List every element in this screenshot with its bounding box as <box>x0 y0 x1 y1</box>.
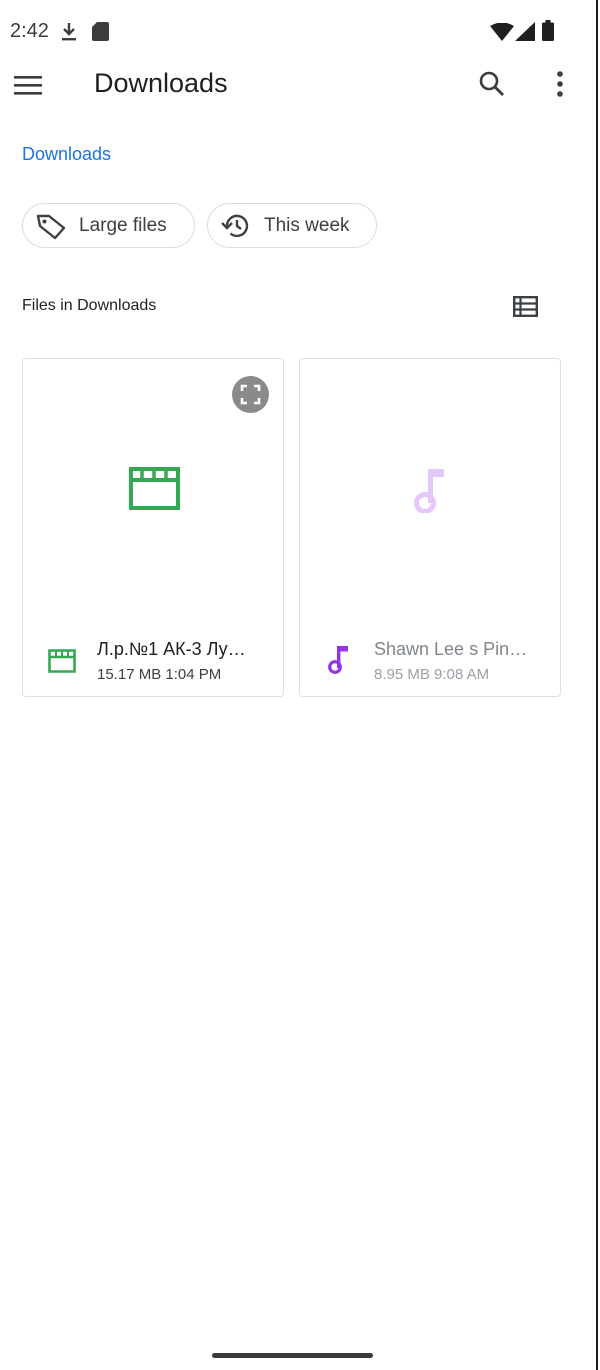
breadcrumb[interactable]: Downloads <box>22 144 111 165</box>
status-bar: 2:42 <box>0 0 596 62</box>
label-tag-icon <box>36 214 66 239</box>
search-icon[interactable] <box>478 70 506 98</box>
screen: 2:42 Downloads Downloads Large files Thi… <box>0 0 598 1370</box>
section-title: Files in Downloads <box>22 297 157 314</box>
more-vert-icon[interactable] <box>555 70 565 100</box>
sd-card-icon <box>92 22 109 41</box>
movie-clapperboard-icon <box>129 467 180 510</box>
movie-clapperboard-icon <box>48 649 76 673</box>
chip-label: This week <box>264 214 350 236</box>
file-meta: 15.17 MB 1:04 PM <box>97 666 222 683</box>
chip-label: Large files <box>79 214 167 236</box>
download-icon <box>62 23 76 41</box>
menu-icon[interactable] <box>14 74 42 96</box>
file-name: Shawn Lee s Pin… <box>374 639 528 659</box>
list-view-icon[interactable] <box>513 296 538 317</box>
file-card-video[interactable]: Л.р.№1 АК-3 Лу… 15.17 MB 1:04 PM <box>22 358 284 697</box>
page-title: Downloads <box>94 68 228 98</box>
music-note-icon <box>414 469 444 513</box>
status-time: 2:42 <box>10 20 49 42</box>
battery-icon <box>542 20 554 41</box>
file-name: Л.р.№1 АК-3 Лу… <box>97 639 246 659</box>
wifi-icon <box>490 23 514 41</box>
gesture-nav-handle[interactable] <box>212 1353 373 1358</box>
file-card-audio[interactable]: Shawn Lee s Pin… 8.95 MB 9:08 AM <box>299 358 561 697</box>
app-bar: Downloads <box>0 62 596 110</box>
music-note-icon <box>328 646 348 674</box>
large-files-chip[interactable]: Large files <box>22 203 195 248</box>
file-meta: 8.95 MB 9:08 AM <box>374 666 490 683</box>
fullscreen-expand-icon[interactable] <box>232 376 269 413</box>
cell-signal-icon <box>515 22 535 41</box>
history-icon <box>221 214 249 237</box>
this-week-chip[interactable]: This week <box>207 203 377 248</box>
